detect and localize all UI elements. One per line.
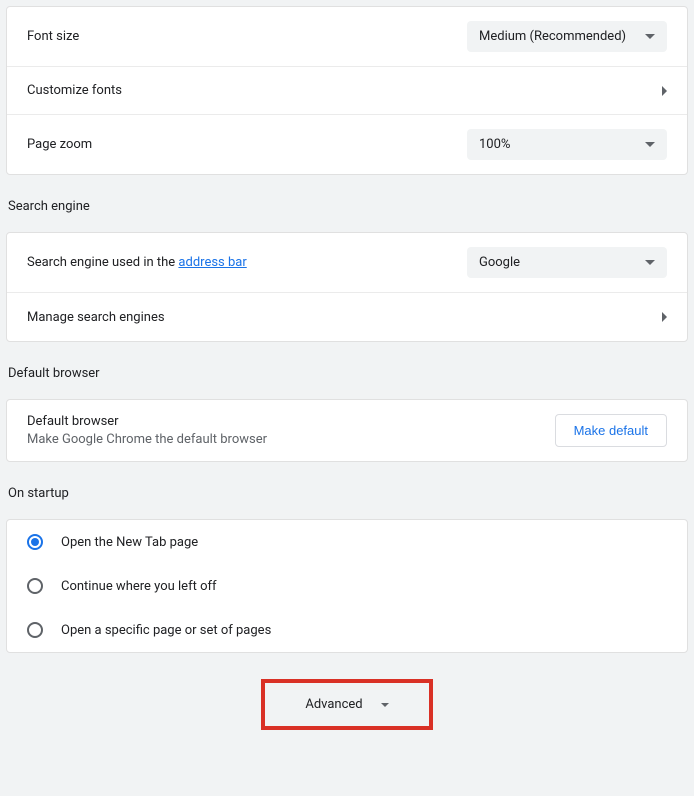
advanced-wrap: Advanced: [0, 659, 694, 770]
font-size-row: Font size Medium (Recommended): [7, 7, 687, 67]
page-zoom-label: Page zoom: [27, 137, 92, 152]
default-browser-card: Default browser Make Google Chrome the d…: [6, 399, 688, 462]
page-zoom-value: 100%: [479, 137, 510, 152]
on-startup-card: Open the New Tab page Continue where you…: [6, 519, 688, 653]
startup-option-label: Open a specific page or set of pages: [61, 623, 271, 638]
chevron-down-icon: [381, 703, 389, 707]
manage-search-engines-label: Manage search engines: [27, 310, 165, 325]
startup-option-label: Open the New Tab page: [61, 535, 198, 550]
search-engine-used-row: Search engine used in the address bar Go…: [7, 233, 687, 293]
startup-option-label: Continue where you left off: [61, 579, 217, 594]
chevron-down-icon: [645, 260, 655, 265]
startup-option-specific-page[interactable]: Open a specific page or set of pages: [7, 608, 687, 652]
radio-icon: [27, 534, 43, 550]
chevron-right-icon: [662, 86, 667, 96]
startup-option-new-tab[interactable]: Open the New Tab page: [7, 520, 687, 564]
customize-fonts-label: Customize fonts: [27, 83, 122, 98]
on-startup-title: On startup: [0, 468, 694, 513]
radio-icon: [27, 622, 43, 638]
appearance-card: Font size Medium (Recommended) Customize…: [6, 6, 688, 175]
manage-search-engines-row[interactable]: Manage search engines: [7, 293, 687, 341]
advanced-label: Advanced: [305, 697, 362, 712]
page-zoom-select[interactable]: 100%: [467, 129, 667, 160]
search-engine-select[interactable]: Google: [467, 247, 667, 278]
make-default-button[interactable]: Make default: [555, 414, 667, 447]
address-bar-link[interactable]: address bar: [178, 255, 246, 270]
default-browser-heading: Default browser: [27, 414, 267, 429]
search-engine-card: Search engine used in the address bar Go…: [6, 232, 688, 342]
default-browser-row: Default browser Make Google Chrome the d…: [7, 400, 687, 461]
chevron-right-icon: [662, 312, 667, 322]
page-zoom-row: Page zoom 100%: [7, 115, 687, 174]
font-size-value: Medium (Recommended): [479, 29, 626, 44]
default-browser-sub: Make Google Chrome the default browser: [27, 432, 267, 447]
font-size-label: Font size: [27, 29, 79, 44]
font-size-select[interactable]: Medium (Recommended): [467, 21, 667, 52]
default-browser-title: Default browser: [0, 348, 694, 393]
startup-option-continue[interactable]: Continue where you left off: [7, 564, 687, 608]
radio-icon: [27, 578, 43, 594]
search-engine-value: Google: [479, 255, 520, 270]
search-engine-used-prefix: Search engine used in the: [27, 255, 178, 270]
search-engine-title: Search engine: [0, 181, 694, 226]
advanced-button[interactable]: Advanced: [261, 679, 432, 730]
customize-fonts-row[interactable]: Customize fonts: [7, 67, 687, 115]
default-browser-text: Default browser Make Google Chrome the d…: [27, 414, 267, 447]
search-engine-used-label: Search engine used in the address bar: [27, 255, 247, 270]
chevron-down-icon: [645, 142, 655, 147]
chevron-down-icon: [645, 34, 655, 39]
